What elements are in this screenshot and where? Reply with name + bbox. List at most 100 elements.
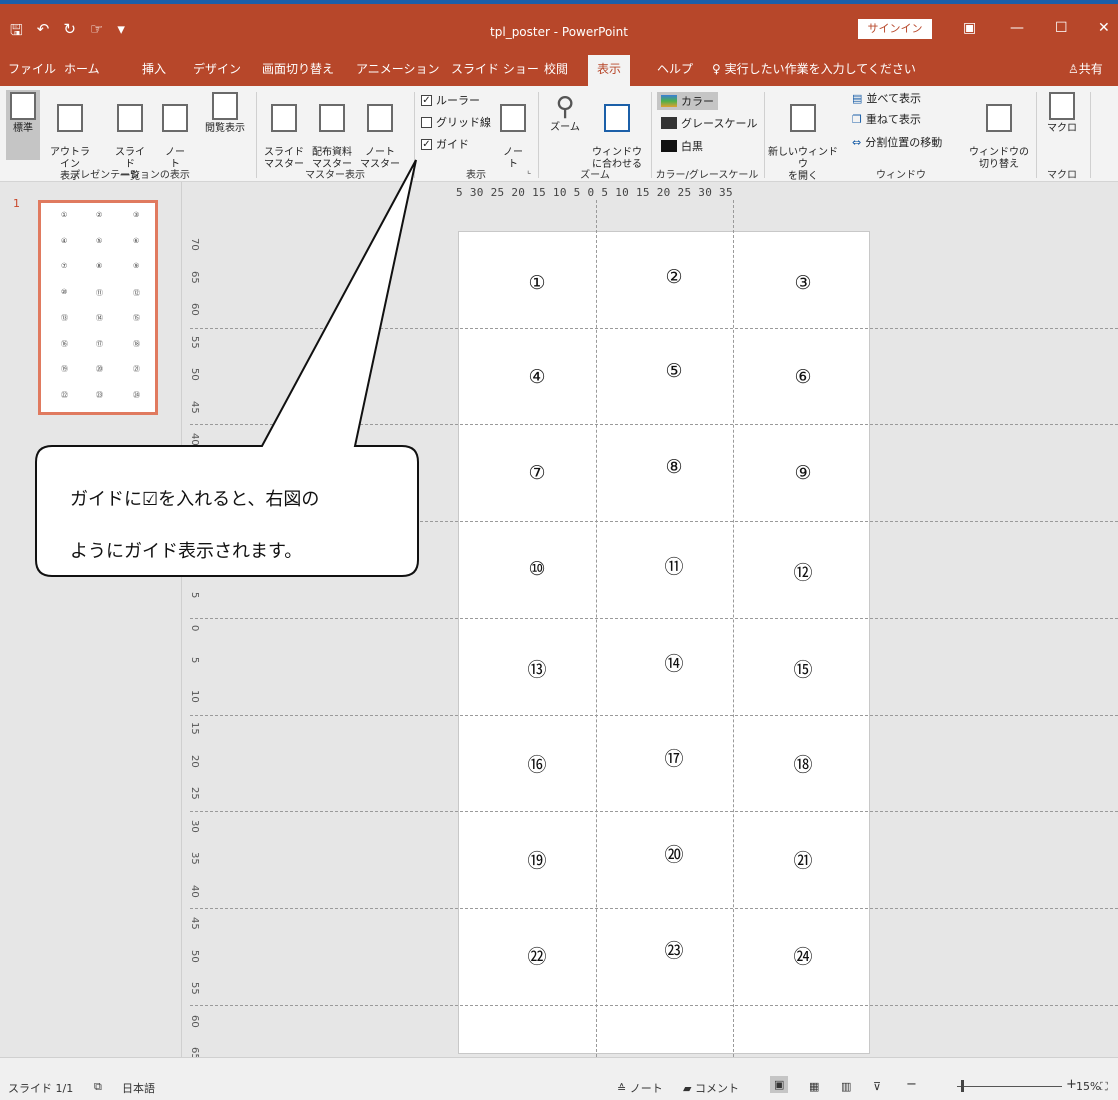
horizontal-guide[interactable] — [190, 328, 1118, 329]
slide-thumbnail[interactable]: ① ② ③ ④ ⑤ ⑥ ⑦ ⑧ ⑨ ⑩ ⑪ ⑫ ⑬ ⑭ ⑮ ⑯ ⑰ ⑱ ⑲ ⑳ ㉑㉒ ㉓ ㉔ — [38, 200, 158, 415]
comments-toggle[interactable]: ▰ コメント — [683, 1080, 739, 1096]
switch-windows-button[interactable]: ウィンドウの 切り替え — [968, 92, 1030, 171]
macros-button[interactable]: マクロ — [1046, 92, 1078, 135]
tab-review[interactable]: 校閲 — [544, 60, 568, 77]
tab-animations[interactable]: アニメーション — [356, 60, 440, 77]
handout-master-button[interactable]: 配布資料 マスター — [310, 92, 354, 171]
arrange-all-button[interactable]: ▤ 並べて表示 — [852, 90, 921, 106]
thumbnail-number: ① — [61, 211, 68, 219]
horizontal-guide[interactable] — [190, 424, 1118, 425]
tab-slideshow[interactable]: スライド ショー — [451, 60, 539, 77]
reading-view-button[interactable]: 閲覧表示 — [200, 92, 250, 135]
horizontal-ruler[interactable]: 5 30 25 20 15 10 5 0 5 10 15 20 25 30 35 — [456, 186, 876, 202]
reading-view-status-icon[interactable]: ▥ — [841, 1080, 851, 1093]
normal-view-button[interactable]: 標準 — [6, 90, 40, 160]
accessibility-icon[interactable]: ⧉ — [94, 1080, 102, 1094]
zoom-slider-track[interactable] — [957, 1086, 1062, 1087]
new-window-button[interactable]: 新しいウィンドウ を開く — [766, 92, 840, 183]
zoom-slider-thumb[interactable] — [961, 1080, 964, 1092]
show-notes-button[interactable]: ノー ト — [497, 92, 529, 171]
callout-text: ガイドに☑を入れると、右図の ようにガイド表示されます。 — [70, 474, 400, 578]
notes-toggle-label: ノート — [629, 1082, 663, 1095]
move-split-button[interactable]: ⇔ 分割位置の移動 — [852, 134, 942, 150]
zoom-button[interactable]: ⚲ ズーム — [545, 92, 585, 134]
signin-button[interactable]: サインイン — [858, 19, 932, 39]
ruler-tick-label: 0 — [189, 624, 200, 631]
lightbulb-icon: ♀ — [712, 62, 725, 76]
slide-cell-number: ㉔ — [793, 946, 813, 968]
black-white-swatch-icon — [661, 140, 677, 152]
thumbnail-number: ⑧ — [96, 262, 103, 270]
ruler-tick-label: 50 — [189, 368, 200, 381]
share-button[interactable]: ♙共有 — [1068, 60, 1103, 77]
ribbon-display-icon[interactable]: ▣ — [963, 20, 976, 36]
switch-windows-icon — [986, 104, 1012, 132]
normal-view-icon — [10, 92, 36, 120]
normal-view-status-icon[interactable]: ▣ — [770, 1076, 789, 1093]
close-icon[interactable]: ✕ — [1098, 20, 1110, 36]
callout-line-2: ようにガイド表示されます。 — [70, 541, 303, 562]
tab-view[interactable]: 表示 — [588, 55, 631, 86]
tab-file[interactable]: ファイル — [8, 60, 56, 77]
slide-sorter-status-icon[interactable]: ▦ — [809, 1080, 819, 1093]
tab-help[interactable]: ヘルプ — [657, 60, 693, 77]
thumbnail-number: ④ — [61, 236, 68, 245]
tab-insert[interactable]: 挿入 — [142, 60, 166, 77]
guides-check-icon: ✓ — [421, 138, 432, 150]
tab-transitions[interactable]: 画面切り替え — [262, 60, 334, 77]
zoom-out-icon[interactable]: − — [906, 1077, 917, 1092]
notes-toggle[interactable]: ≙ ノート — [617, 1080, 663, 1096]
ruler-tick-label: 25 — [189, 787, 200, 800]
horizontal-guide[interactable] — [190, 811, 1118, 812]
fit-to-window-button[interactable]: ウィンドウ に合わせる — [588, 92, 646, 171]
thumbnail-number: ⑩ — [61, 287, 68, 296]
horizontal-guide[interactable] — [190, 908, 1118, 909]
color-button[interactable]: カラー — [657, 92, 718, 110]
vertical-ruler[interactable]: 70 65 60 55 50 45 40 35 5 0 5 10 15 20 25 30 35 40 45 50 55 6… — [188, 232, 204, 1092]
cascade-button[interactable]: ❐ 重ねて表示 — [852, 111, 921, 127]
horizontal-guide[interactable] — [190, 618, 1118, 619]
ruler-tick-label: 55 — [189, 335, 200, 349]
slide-cell-number: ⑫ — [793, 562, 813, 584]
thumbnail-number: ⑨ — [133, 262, 140, 270]
guides-checkbox[interactable]: ✓ ガイド — [421, 136, 469, 152]
notes-master-button[interactable]: ノート マスター — [358, 92, 402, 171]
thumbnail-number: ⑥ — [133, 236, 140, 245]
slide-counter[interactable]: スライド 1/1 — [8, 1080, 73, 1096]
zoom-level[interactable]: 15% — [1076, 1080, 1100, 1093]
ruler-label: ルーラー — [436, 94, 480, 107]
thumbnail-number: ⑰ — [96, 339, 103, 348]
vertical-guide[interactable] — [733, 200, 734, 1072]
notes-icon — [500, 104, 526, 132]
minimize-icon[interactable]: — — [1010, 20, 1024, 36]
grayscale-button[interactable]: グレースケール — [661, 115, 757, 131]
thumbnail-number: ㉓ — [96, 390, 103, 399]
gridlines-checkbox[interactable]: グリッド線 — [421, 114, 491, 130]
thumbnail-number: ② — [96, 211, 103, 219]
ruler-checkbox[interactable]: ✓ ルーラー — [421, 92, 480, 108]
tell-me-search[interactable]: ♀ 実行したい作業を入力してください — [712, 60, 916, 77]
thumbnail-number: ⑫ — [133, 288, 140, 297]
ruler-tick-label: 50 — [189, 949, 200, 963]
slide-canvas[interactable] — [458, 231, 870, 1054]
notes-page-button[interactable]: ノー ト — [160, 92, 190, 171]
slide-cell-number: ② — [665, 266, 683, 288]
slide-master-button[interactable]: スライド マスター — [262, 92, 306, 171]
tab-design[interactable]: デザイン — [193, 60, 241, 77]
vertical-guide[interactable] — [596, 200, 597, 1072]
language-indicator[interactable]: 日本語 — [122, 1080, 155, 1096]
ruler-tick-label: 65 — [189, 270, 200, 284]
horizontal-guide[interactable] — [190, 1005, 1118, 1006]
maximize-icon[interactable]: ☐ — [1055, 20, 1068, 36]
fit-slide-icon[interactable]: ⛶ — [1100, 1080, 1108, 1094]
group-macro-label: マクロ — [1047, 170, 1077, 181]
black-white-button[interactable]: 白黒 — [661, 138, 703, 154]
dialog-launcher-icon[interactable]: ⌞ — [527, 166, 531, 176]
fit-window-icon — [604, 104, 630, 132]
horizontal-guide[interactable] — [190, 715, 1118, 716]
slideshow-status-icon[interactable]: ⊽ — [873, 1080, 881, 1093]
slide-cell-number: ⑯ — [527, 754, 547, 776]
group-separator — [256, 92, 257, 178]
new-window-label: 新しいウィンドウ を開く — [768, 147, 838, 182]
tab-home[interactable]: ホーム — [64, 60, 100, 77]
